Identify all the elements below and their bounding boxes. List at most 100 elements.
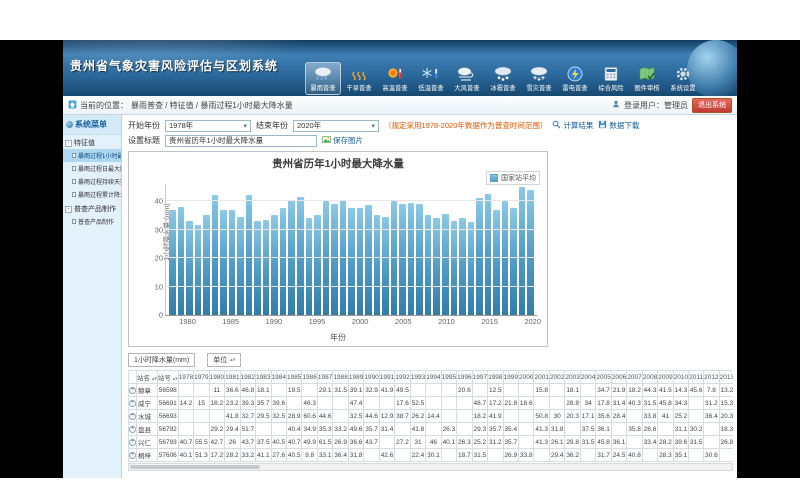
toolbar-item-6[interactable]: 冰雹普查 (485, 62, 521, 95)
station-name-column-header[interactable]: 站名 ▴▾ (137, 371, 158, 384)
value-cell: 36.2 (565, 449, 580, 462)
year-column-header: 1979 (194, 371, 209, 384)
station-year-table: 站名 ▴▾站号 ▴▾197819791980198119821983198419… (128, 370, 733, 462)
chevron-down-icon: ▾ (371, 122, 375, 130)
value-cell: 40.7 (286, 436, 301, 449)
value-cell: 15.3 (719, 397, 733, 410)
expand-row-icon[interactable]: + (129, 439, 136, 446)
value-cell: 41.3 (534, 423, 549, 436)
value-cell: 26.1 (549, 436, 564, 449)
value-cell: 50.8 (534, 410, 549, 423)
snow-icon (528, 65, 550, 82)
value-cell: 29.1 (317, 384, 332, 397)
expand-row-icon[interactable]: + (129, 452, 136, 459)
value-cell: 51.7 (240, 423, 255, 436)
toolbar-item-1[interactable]: 暴雨普查 (305, 62, 341, 95)
chart-title-label: 设置标题 (128, 135, 160, 146)
value-cell: 33.2 (240, 449, 255, 462)
value-cell: 44.6 (317, 410, 332, 423)
breadcrumb-path[interactable]: 暴雨普查 / 特征值 / 暴雨过程1小时最大降水量 (131, 100, 293, 111)
calculate-button[interactable]: 计算结果 (552, 120, 593, 131)
toolbar-item-5[interactable]: 大风普查 (449, 62, 485, 95)
sidebar-item-label: 暴雨过程日最大降水量 (78, 164, 121, 173)
table-row: +兴仁5679340.755.542.72643.737.540.540.749… (129, 436, 734, 449)
year-column-header: 2005 (596, 371, 611, 384)
tree-toggle-icon[interactable]: - (65, 140, 72, 147)
year-column-header: 1994 (426, 371, 441, 384)
page: 贵州省气象灾害风险评估与区划系统 暴雨普查干旱普查高温普查低温普查大风普查冰雹普… (0, 0, 800, 500)
toolbar-item-2[interactable]: 干旱普查 (341, 62, 377, 95)
toolbar-item-4[interactable]: 低温普查 (413, 62, 449, 95)
x-tick-label: 2005 (395, 317, 412, 326)
save-image-button[interactable]: 保存图片 (322, 135, 363, 146)
value-cell (194, 384, 209, 397)
year-column-header: 1981 (225, 371, 240, 384)
expand-row-icon[interactable]: + (129, 426, 136, 433)
bar-1999 (348, 208, 355, 315)
bar-1994 (306, 218, 313, 315)
unit-filter-chip[interactable]: 单位 ▴▾ (207, 353, 241, 367)
value-cell: 61.5 (317, 436, 332, 449)
value-cell: 23.2 (225, 397, 240, 410)
toolbar-item-8[interactable]: 雷电普查 (557, 62, 593, 95)
value-cell (488, 449, 503, 462)
year-column-header: 2006 (611, 371, 626, 384)
value-cell: 29.2 (209, 423, 224, 436)
sidebar-group-2[interactable]: -普查产品制作 (63, 201, 121, 215)
station-name-cell: 威宁 (137, 397, 158, 410)
toolbar-item-10[interactable]: 图件审核 (629, 62, 665, 95)
toolbar-item-label: 大风普查 (454, 84, 479, 93)
toolbar-item-9[interactable]: 综合风险 (593, 62, 629, 95)
download-button[interactable]: 数据下载 (598, 120, 639, 131)
sidebar-item[interactable]: 暴雨过程累计降水量 (63, 188, 121, 201)
sidebar-group-1[interactable]: -特征值 (63, 135, 121, 149)
toolbar-item-11[interactable]: 系统设置 (665, 62, 701, 95)
sidebar-item[interactable]: 普查产品制作 (63, 215, 121, 228)
value-cell (457, 410, 472, 423)
expand-row-icon[interactable]: + (129, 387, 136, 394)
y-tick-label: 0 (159, 311, 163, 320)
value-cell (178, 423, 193, 436)
value-cell (395, 449, 410, 462)
logout-button[interactable]: 退出系统 (692, 98, 732, 113)
save-image-label: 保存图片 (333, 135, 363, 146)
chart-legend[interactable]: 国家站平均 (486, 171, 540, 185)
value-cell: 31.1 (673, 423, 688, 436)
value-cell: 39.3 (240, 397, 255, 410)
expand-row-icon[interactable]: + (129, 413, 136, 420)
scrollbar-thumb[interactable] (130, 465, 260, 469)
value-cell (426, 423, 441, 436)
bar-2002 (374, 215, 381, 315)
legend-swatch (490, 174, 498, 182)
sidebar-item[interactable]: 暴雨过程持续天数 (63, 175, 121, 188)
value-cell: 32.5 (271, 410, 286, 423)
toolbar-item-3[interactable]: 高温普查 (377, 62, 413, 95)
value-cell: 33.4 (642, 436, 657, 449)
bar-1993 (297, 197, 304, 315)
year-column-header: 1996 (457, 371, 472, 384)
value-cell: 39.1 (348, 384, 363, 397)
bar-1996 (323, 201, 330, 315)
station-id-column-header[interactable]: 站号 ▴▾ (157, 371, 178, 384)
sidebar-item[interactable]: 暴雨过程1小时最大降水量 (63, 149, 121, 162)
measure-filter-chip[interactable]: 1小时降水量(mm) (128, 353, 195, 367)
value-cell: 17.2 (209, 449, 224, 462)
plot-area: 0102030401980198519901995200020052010201… (165, 184, 537, 316)
year-column-header: 2012 (704, 371, 719, 384)
sidebar-item[interactable]: 暴雨过程日最大降水量 (63, 162, 121, 175)
value-cell: 14.4 (426, 410, 441, 423)
value-cell: 41.9 (488, 410, 503, 423)
row-expander-cell: + (129, 436, 137, 449)
toolbar-item-7[interactable]: 雪灾普查 (521, 62, 557, 95)
tree-toggle-icon[interactable]: - (65, 206, 72, 213)
bar-1991 (280, 208, 287, 315)
value-cell: 37.5 (256, 436, 271, 449)
horizontal-scrollbar[interactable] (128, 463, 733, 471)
expand-row-icon[interactable]: + (129, 400, 136, 407)
start-year-select[interactable]: 1978年 ▾ (165, 120, 251, 132)
end-year-select[interactable]: 2020年 ▾ (293, 120, 379, 132)
year-column-header: 2001 (534, 371, 549, 384)
chart-title-input[interactable] (165, 135, 317, 147)
value-cell (503, 384, 518, 397)
bar-2016 (493, 210, 500, 315)
